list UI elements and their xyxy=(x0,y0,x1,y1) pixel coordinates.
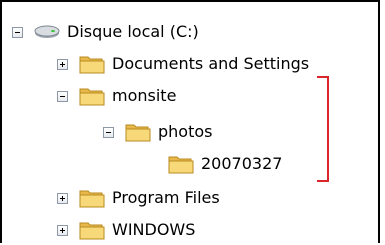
tree-view-frame: Disque local (C:) Documents and Settings… xyxy=(0,0,380,243)
hard-drive-icon xyxy=(33,24,61,40)
tree-node-label: Program Files xyxy=(112,188,220,207)
tree-node-monsite[interactable]: monsite xyxy=(57,81,176,111)
tree-node-documents-and-settings[interactable]: Documents and Settings xyxy=(57,49,309,79)
expand-toggle-icon[interactable] xyxy=(57,192,68,204)
tree-node-windows[interactable]: WINDOWS xyxy=(57,215,195,245)
tree-node-label: Disque local (C:) xyxy=(67,22,199,41)
folder-icon xyxy=(78,187,106,209)
folder-icon xyxy=(167,153,195,175)
tree-node-drive-c[interactable]: Disque local (C:) xyxy=(12,17,199,47)
tree-node-label: photos xyxy=(158,122,213,141)
highlight-bracket xyxy=(317,76,329,182)
tree-node-label: Documents and Settings xyxy=(112,54,310,73)
collapse-toggle-icon[interactable] xyxy=(57,90,68,102)
folder-icon xyxy=(78,219,106,241)
expand-toggle-icon[interactable] xyxy=(57,58,68,70)
tree-node-photos[interactable]: photos xyxy=(103,117,212,147)
tree-node-label: 20070327 xyxy=(201,154,283,173)
expand-toggle-icon[interactable] xyxy=(57,224,68,236)
tree-node-label: WINDOWS xyxy=(112,220,196,239)
tree-node-label: monsite xyxy=(112,86,177,105)
collapse-toggle-icon[interactable] xyxy=(103,126,114,138)
folder-icon xyxy=(78,53,106,75)
tree-node-program-files[interactable]: Program Files xyxy=(57,183,220,213)
folder-icon xyxy=(124,121,152,143)
folder-icon xyxy=(78,85,106,107)
tree-node-20070327[interactable]: 20070327 xyxy=(167,149,282,179)
collapse-toggle-icon[interactable] xyxy=(12,26,23,38)
